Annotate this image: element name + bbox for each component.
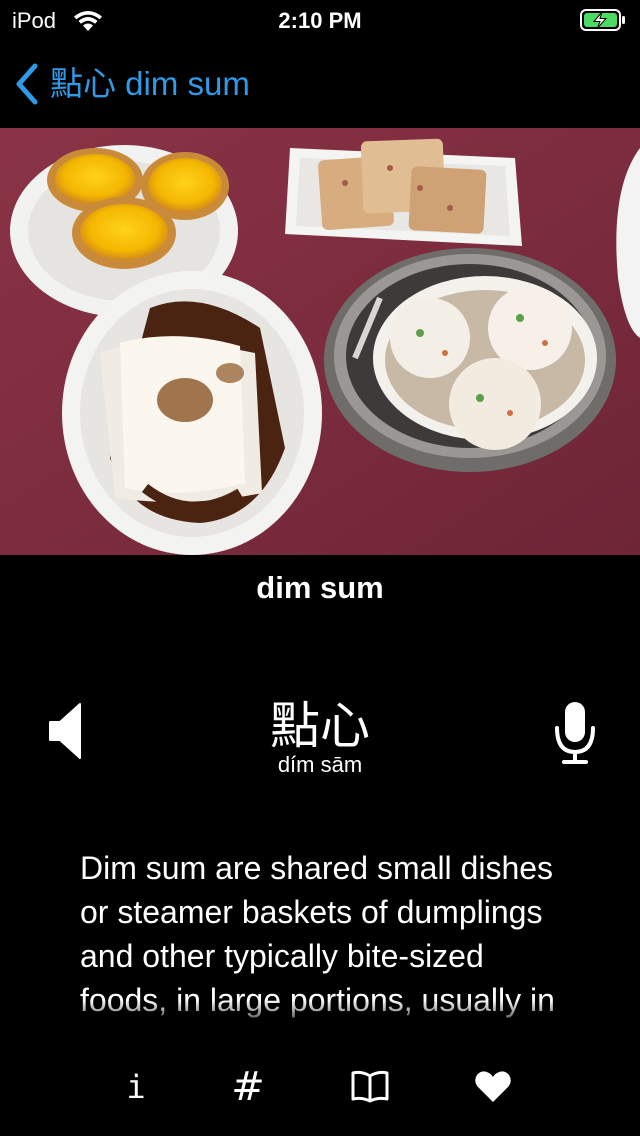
back-button-label: 點心 dim sum <box>50 65 250 102</box>
back-button[interactable]: 點心 dim sum <box>14 60 250 108</box>
dish-photo <box>0 128 640 555</box>
word-pinyin: dím sām <box>277 752 363 777</box>
tab-book[interactable] <box>342 1062 398 1112</box>
screen: iPod 2:10 PM 點心 dim sum dim sum 點心 dím s… <box>0 0 640 1136</box>
tab-heart[interactable] <box>465 1062 521 1112</box>
navigation-bar: 點心 dim sum <box>0 40 640 128</box>
description-fade <box>80 1000 560 1030</box>
microphone-icon[interactable] <box>552 698 598 766</box>
chevron-left-icon <box>16 63 38 105</box>
hash-icon: # <box>231 1064 265 1110</box>
book-icon <box>351 1070 389 1103</box>
heart-icon <box>475 1071 511 1102</box>
info-icon: i <box>126 1068 146 1106</box>
item-title: dim sum <box>256 570 384 605</box>
status-time: 2:10 PM <box>278 8 362 33</box>
tab-info[interactable]: i <box>108 1062 164 1112</box>
dish-photo-illustration <box>0 128 640 555</box>
description-scroll[interactable]: Dim sum are shared small dishes or steam… <box>80 846 560 1030</box>
word-chinese: 點心 <box>270 697 370 755</box>
battery-charging-icon <box>580 9 625 31</box>
tab-bar: i # <box>0 1040 640 1136</box>
tab-hash[interactable]: # <box>220 1062 276 1112</box>
status-bar: iPod 2:10 PM <box>0 0 640 40</box>
